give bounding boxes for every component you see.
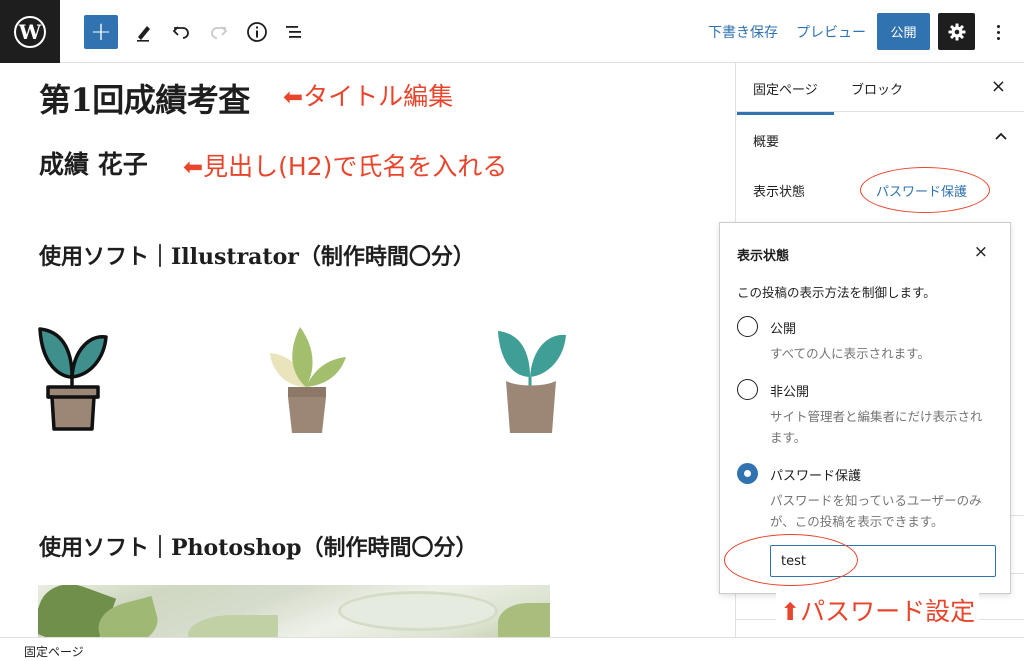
section-heading-photoshop[interactable]: 使用ソフト｜Photoshop（制作時間〇分） — [39, 530, 478, 562]
section-prefix: 使用ソフト｜ — [39, 244, 172, 270]
editor-canvas: 第1回成績考査 ⬅タイトル編集 成績 花子 ⬅見出し(H2)で氏名を入れる 使用… — [0, 63, 735, 637]
heading-annotation-text: 見出し(H2)で氏名を入れる — [203, 152, 508, 181]
page-title[interactable]: 第1回成績考査 — [39, 75, 250, 121]
undo-icon[interactable] — [164, 15, 198, 49]
popover-description: この投稿の表示方法を制御します。 — [737, 285, 936, 300]
section-app-name: Illustrator — [171, 244, 299, 270]
save-draft-link[interactable]: 下書き保存 — [708, 22, 778, 42]
section-suffix: （制作時間〇分） — [298, 244, 475, 270]
plant-illustration-teal[interactable] — [496, 325, 568, 433]
title-annotation-text: タイトル編集 — [303, 82, 454, 111]
option-password-help: パスワードを知っているユーザーのみが、この投稿を表示できます。 — [770, 493, 982, 529]
close-icon[interactable]: × — [974, 242, 988, 262]
wordpress-logo[interactable]: W — [0, 0, 60, 63]
radio-password[interactable] — [737, 463, 758, 484]
password-annotation: ⬆パスワード設定 — [776, 592, 980, 628]
section-suffix: （制作時間〇分） — [301, 535, 478, 561]
highlight-circle — [724, 534, 858, 586]
option-public-label[interactable]: 公開 — [770, 318, 796, 337]
plant-illustration-outlined[interactable] — [38, 325, 108, 433]
add-block-button[interactable]: + — [84, 15, 118, 49]
publish-button[interactable]: 公開 — [877, 13, 930, 50]
section-app-name: Photoshop — [171, 535, 302, 561]
heading-name[interactable]: 成績 花子 — [39, 145, 148, 181]
highlight-circle — [860, 167, 990, 213]
list-view-icon[interactable] — [277, 15, 311, 49]
photoshop-photo[interactable] — [38, 585, 550, 637]
title-annotation: ⬅タイトル編集 — [283, 77, 453, 113]
password-annotation-text: パスワード設定 — [800, 597, 976, 626]
close-icon[interactable]: × — [991, 76, 1006, 97]
sidebar-tabs: 固定ページ ブロック × — [736, 63, 1024, 115]
summary-panel-title[interactable]: 概要 — [753, 131, 779, 150]
heading-annotation: ⬅見出し(H2)で氏名を入れる — [183, 147, 507, 183]
more-options-icon[interactable] — [988, 18, 1008, 46]
left-arrow-icon: ⬅ — [183, 153, 204, 181]
breadcrumb[interactable]: 固定ページ — [24, 643, 84, 660]
editor-top-toolbar: W + 下書き保存 プレビュー 公開 — [0, 0, 1024, 63]
redo-icon[interactable] — [202, 15, 236, 49]
visibility-label: 表示状態 — [753, 185, 806, 200]
wordpress-icon: W — [14, 15, 46, 48]
plant-illustration-pale[interactable] — [266, 325, 348, 433]
option-password-label[interactable]: パスワード保護 — [770, 465, 861, 484]
section-prefix: 使用ソフト｜ — [39, 535, 172, 561]
settings-button[interactable] — [938, 13, 975, 50]
option-public-help: すべての人に表示されます。 — [770, 346, 930, 361]
up-arrow-icon: ⬆ — [780, 598, 801, 626]
info-icon[interactable] — [240, 15, 274, 49]
preview-link[interactable]: プレビュー — [796, 22, 866, 42]
option-private-help: サイト管理者と編集者にだけ表示されます。 — [770, 409, 983, 445]
option-private-label[interactable]: 非公開 — [770, 381, 809, 400]
radio-public[interactable] — [737, 316, 758, 337]
status-bar: 固定ページ — [0, 637, 1024, 661]
tab-block[interactable]: ブロック — [851, 79, 903, 98]
radio-private[interactable] — [737, 379, 758, 400]
popover-title: 表示状態 — [737, 249, 790, 264]
left-arrow-icon: ⬅ — [283, 83, 304, 111]
gear-icon — [948, 23, 965, 40]
edit-tool-icon[interactable] — [127, 15, 161, 49]
section-heading-illustrator[interactable]: 使用ソフト｜Illustrator（制作時間〇分） — [39, 239, 475, 271]
chevron-up-icon[interactable] — [994, 129, 1008, 145]
tab-page[interactable]: 固定ページ — [737, 79, 834, 115]
